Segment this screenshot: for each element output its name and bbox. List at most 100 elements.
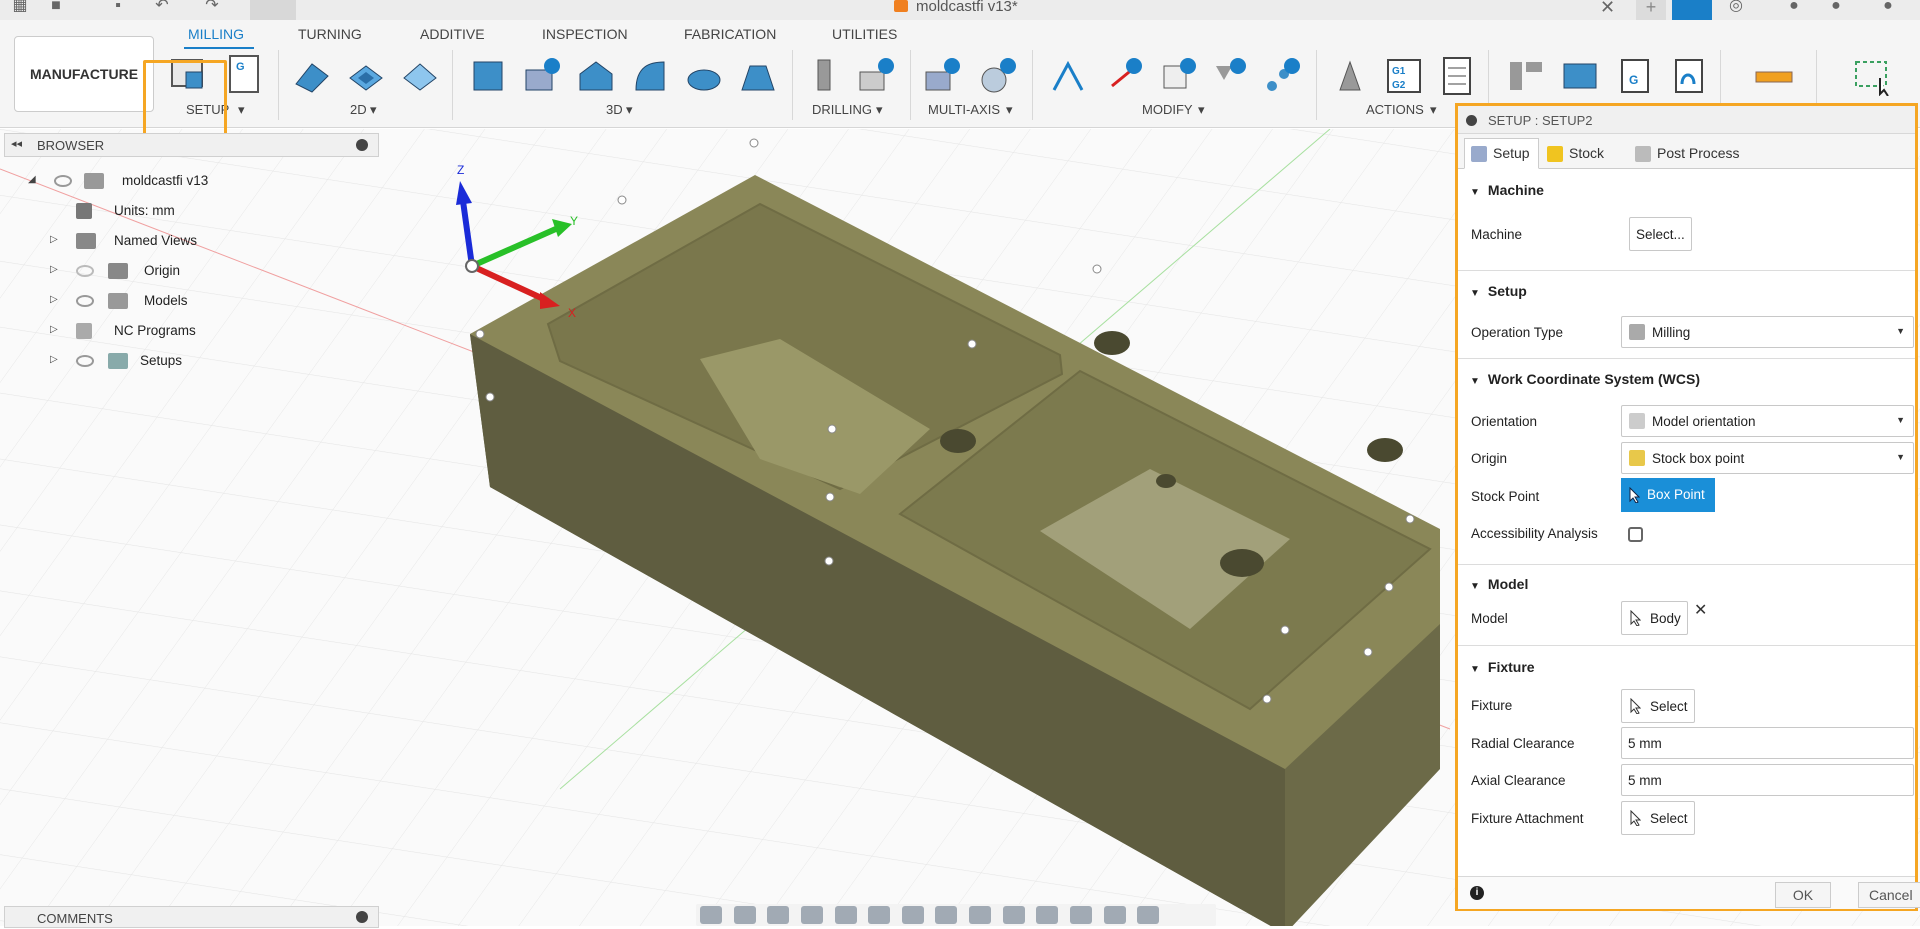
close-tab-icon[interactable]: ✕ <box>1600 0 1615 18</box>
workspace-switcher[interactable]: MANUFACTURE <box>14 36 154 112</box>
multi-axis-group-label[interactable]: MULTI-AXIS <box>928 102 1000 117</box>
home-button[interactable] <box>250 0 296 20</box>
browser-panel-header[interactable]: ◂◂ BROWSER <box>4 133 379 157</box>
comments-panel-header[interactable]: COMMENTS <box>4 906 379 928</box>
chevron-down-icon[interactable]: ▾ <box>1006 102 1013 118</box>
chevron-down-icon[interactable]: ▾ <box>1198 102 1205 118</box>
axial-clearance-input[interactable]: 5 mm <box>1621 764 1914 796</box>
post-process-icon[interactable]: G1 G2 <box>1384 56 1424 96</box>
tab-inspection[interactable]: INSPECTION <box>542 26 628 42</box>
operation-type-select[interactable]: Milling ▼ <box>1621 316 1914 348</box>
tab-turning[interactable]: TURNING <box>298 26 362 42</box>
visibility-icon[interactable] <box>54 175 72 187</box>
scallop-icon[interactable] <box>684 56 724 96</box>
job-status-icon[interactable]: ◎ <box>1724 0 1748 20</box>
box-point-button[interactable]: Box Point <box>1621 478 1715 512</box>
origin-select[interactable]: Stock box point ▼ <box>1621 442 1914 474</box>
undo-icon[interactable]: ↶ <box>150 0 174 20</box>
hidden-icon[interactable] <box>76 265 94 277</box>
rotate-icon[interactable] <box>1002 906 1025 924</box>
dialog-header[interactable]: SETUP : SETUP2 <box>1458 106 1915 134</box>
face-icon[interactable] <box>400 56 440 96</box>
expanded-triangle-icon[interactable]: ◢ <box>28 174 36 185</box>
duplicate-icon[interactable] <box>1158 56 1198 96</box>
add-comment-icon[interactable] <box>356 911 368 923</box>
notifications-icon[interactable]: ● <box>1782 0 1806 20</box>
chevron-down-icon[interactable]: ▾ <box>1430 102 1437 118</box>
display-settings-icon[interactable] <box>868 906 891 924</box>
post-library-icon[interactable] <box>1560 56 1600 96</box>
actions-group-label[interactable]: ACTIONS <box>1366 102 1424 117</box>
pocket-clearing-icon[interactable] <box>522 56 562 96</box>
zoom-icon[interactable] <box>800 906 823 924</box>
edit-toolpath-icon[interactable] <box>1048 56 1088 96</box>
modify-group-label[interactable]: MODIFY <box>1142 102 1193 117</box>
look-at-icon[interactable] <box>733 906 756 924</box>
collapse-caret-icon[interactable]: ▼ <box>1470 664 1480 675</box>
tab-stock[interactable]: Stock <box>1540 138 1613 169</box>
nc-program-icon[interactable]: G <box>228 54 262 94</box>
section-fixture-header[interactable]: ▼ Fixture <box>1470 659 1535 675</box>
file-icon[interactable]: ■ <box>44 0 68 20</box>
viewports-icon[interactable] <box>935 906 958 924</box>
drill-icon[interactable] <box>804 56 844 96</box>
tab-milling[interactable]: MILLING <box>188 26 244 42</box>
tool-display-icon[interactable] <box>1103 906 1126 924</box>
chevron-down-icon[interactable]: ▾ <box>370 102 377 118</box>
fixture-attachment-select-button[interactable]: Select <box>1621 801 1695 835</box>
setup-sheet-icon[interactable] <box>1438 56 1478 96</box>
collapsed-triangle-icon[interactable]: ▷ <box>50 264 58 275</box>
accessibility-analysis-checkbox[interactable] <box>1628 527 1643 542</box>
section-wcs-header[interactable]: ▼ Work Coordinate System (WCS) <box>1470 371 1700 387</box>
trim-icon[interactable] <box>1104 56 1144 96</box>
tab-post-process[interactable]: Post Process <box>1628 138 1748 169</box>
collapse-caret-icon[interactable]: ▼ <box>1470 376 1480 387</box>
tab-additive[interactable]: ADDITIVE <box>420 26 485 42</box>
section-model-header[interactable]: ▼ Model <box>1470 576 1528 592</box>
contour-icon[interactable] <box>630 56 670 96</box>
2d-pocket-icon[interactable] <box>346 56 386 96</box>
fixture-select-button[interactable]: Select <box>1621 689 1695 723</box>
3d-adaptive-icon[interactable] <box>468 56 508 96</box>
2d-group-label[interactable]: 2D <box>350 102 367 117</box>
simulate-icon[interactable] <box>1332 56 1372 96</box>
radial-clearance-input[interactable]: 5 mm <box>1621 727 1914 759</box>
nc-export-icon[interactable]: G <box>1614 56 1654 96</box>
minimize-icon[interactable] <box>356 139 368 151</box>
swarf-icon[interactable] <box>922 56 962 96</box>
collapsed-triangle-icon[interactable]: ▷ <box>50 324 58 335</box>
fit-icon[interactable] <box>834 906 857 924</box>
section-analysis-icon[interactable] <box>969 906 991 924</box>
sync-button[interactable] <box>1672 0 1712 20</box>
drilling-group-label[interactable]: DRILLING <box>812 102 872 117</box>
new-tab-button[interactable]: + <box>1636 0 1666 20</box>
stock-display-icon[interactable] <box>1036 906 1059 924</box>
pattern-icon[interactable] <box>1262 56 1302 96</box>
save-icon[interactable]: ▪ <box>106 0 130 20</box>
collapse-dialog-icon[interactable] <box>1466 115 1477 126</box>
chevron-down-icon[interactable]: ▾ <box>238 102 245 118</box>
collapse-caret-icon[interactable]: ▼ <box>1470 187 1480 198</box>
select-machine-button[interactable]: Select... <box>1629 217 1692 251</box>
grid-settings-icon[interactable] <box>901 906 924 924</box>
orbit-icon[interactable] <box>700 906 722 924</box>
chevron-down-icon[interactable]: ▾ <box>626 102 633 118</box>
selection-tool-icon[interactable] <box>1852 56 1892 97</box>
2d-adaptive-icon[interactable] <box>292 56 332 96</box>
visibility-icon[interactable] <box>76 295 94 307</box>
redo-icon[interactable]: ↷ <box>200 0 224 20</box>
help-icon[interactable]: ● <box>1824 0 1848 20</box>
template-library-icon[interactable] <box>1668 56 1708 96</box>
camera-icon[interactable] <box>1069 906 1092 924</box>
model-body-button[interactable]: Body <box>1621 601 1688 635</box>
collapse-panel-icon[interactable]: ◂◂ <box>11 137 22 150</box>
section-setup-header[interactable]: ▼ Setup <box>1470 283 1527 299</box>
toolpath-display-icon[interactable] <box>1137 906 1160 924</box>
tab-fabrication[interactable]: FABRICATION <box>684 26 776 42</box>
machine-library-icon[interactable] <box>1506 56 1546 96</box>
cancel-button[interactable]: Cancel <box>1858 882 1920 908</box>
waterline-icon[interactable] <box>738 56 778 96</box>
info-icon[interactable]: i <box>1470 886 1484 900</box>
remove-model-icon[interactable]: ✕ <box>1694 600 1707 620</box>
chevron-down-icon[interactable]: ▾ <box>876 102 883 118</box>
